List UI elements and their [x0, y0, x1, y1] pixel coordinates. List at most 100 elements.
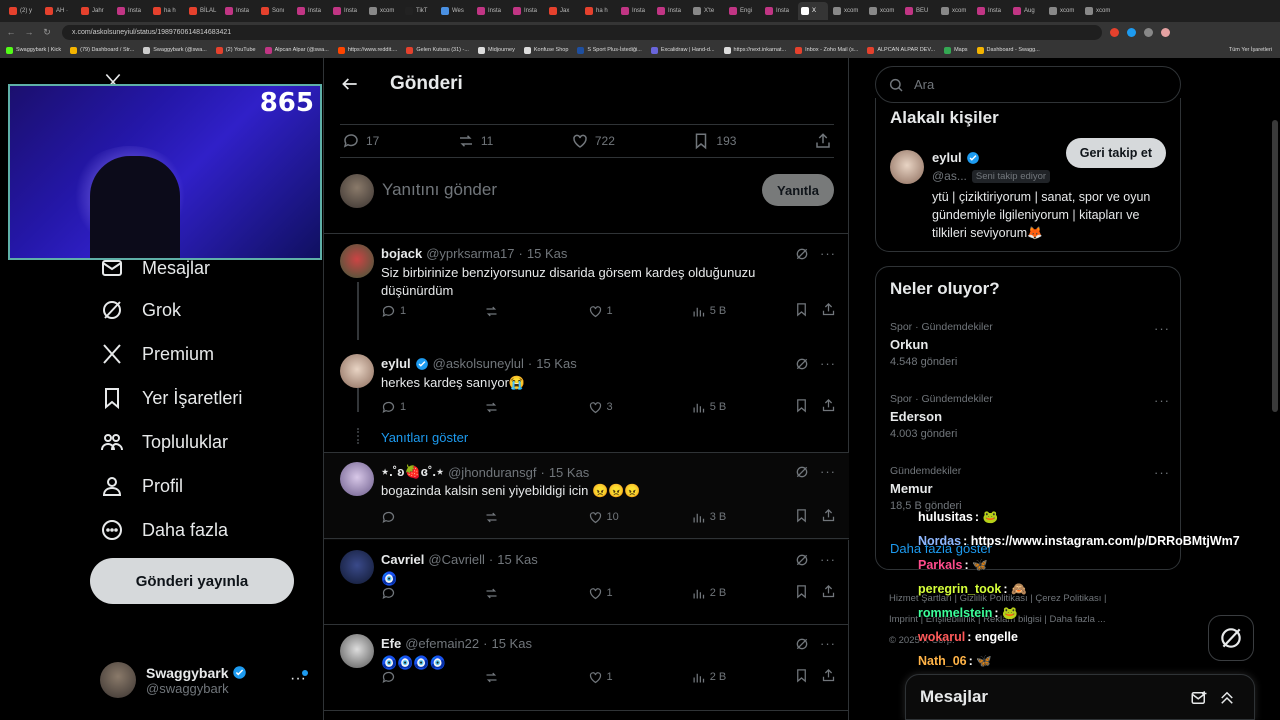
profile-icon[interactable] — [1161, 27, 1170, 37]
like-button[interactable]: 10 — [588, 508, 628, 526]
reply-tweet[interactable]: ⋆.˚ʚ🍓ɞ˚.⋆ @jhonduransgf · 15 Kas ··· bogazind… — [324, 452, 850, 540]
reply-button[interactable] — [381, 508, 421, 526]
repost-button[interactable] — [484, 584, 524, 602]
browser-tab[interactable]: Insta — [618, 2, 652, 20]
bookmark-item[interactable]: Swaggybark | Kick — [6, 46, 61, 54]
post-button[interactable]: Gönderi yayınla — [90, 558, 294, 604]
more-dots-icon[interactable]: ··· — [820, 552, 836, 568]
all-bookmarks-link[interactable]: Tüm Yer İşaretleri — [1229, 47, 1272, 53]
reply-button[interactable]: 17 — [342, 132, 379, 150]
bookmark-item[interactable]: Excalidraw | Hand-d... — [650, 46, 715, 54]
reply-button[interactable]: 1 — [381, 302, 421, 320]
like-button[interactable]: 1 — [588, 584, 628, 602]
more-dots-icon[interactable]: ··· — [820, 636, 836, 652]
tweet-author-handle[interactable]: @efemain22 — [405, 636, 479, 651]
tweet-author-handle[interactable]: @askolsuneylul — [433, 356, 524, 371]
sidebar-item-profile[interactable]: Profil — [100, 474, 183, 498]
url-input[interactable]: x.com/askolsuneyiul/status/1989760614814… — [62, 24, 1102, 40]
browser-tab[interactable]: Wes — [438, 2, 472, 20]
new-message-icon[interactable] — [1190, 689, 1208, 707]
back-icon[interactable]: ← — [4, 25, 18, 39]
browser-tab[interactable]: xcom — [830, 2, 864, 20]
bookmark-button[interactable] — [794, 302, 809, 320]
grok-icon[interactable] — [794, 636, 810, 652]
tweet-time[interactable]: 15 Kas — [491, 636, 531, 651]
tweet-author-handle[interactable]: @yprksarma17 — [426, 246, 514, 261]
browser-tab[interactable]: Sonı — [258, 2, 292, 20]
reply-input[interactable]: Yanıtını gönder — [382, 180, 497, 200]
tweet-author-name[interactable]: bojack — [381, 246, 422, 261]
more-dots-icon[interactable]: ··· — [820, 356, 836, 372]
browser-tab[interactable]: Insta — [654, 2, 688, 20]
tweet-author-handle[interactable]: @jhonduransgf — [448, 465, 536, 480]
browser-tab[interactable]: xcom — [1046, 2, 1080, 20]
extension-icon[interactable] — [1144, 27, 1153, 37]
bookmark-button[interactable] — [794, 584, 809, 602]
avatar[interactable] — [890, 150, 924, 184]
tweet-time[interactable]: 15 Kas — [527, 246, 567, 261]
browser-tab[interactable]: AH · — [42, 2, 76, 20]
browser-tab[interactable]: Insta — [974, 2, 1008, 20]
browser-tab[interactable]: X'te — [690, 2, 724, 20]
tweet-time[interactable]: 15 Kas — [549, 465, 589, 480]
like-button[interactable]: 1 — [588, 668, 628, 686]
bookmark-item[interactable]: https://next.inkarnat... — [723, 46, 786, 54]
bookmark-item[interactable]: S Sport Plus-İstediği... — [577, 46, 642, 54]
repost-button[interactable] — [484, 668, 524, 686]
browser-tab[interactable]: Insta — [330, 2, 364, 20]
browser-tab[interactable]: TikT — [402, 2, 436, 20]
forward-icon[interactable]: → — [22, 25, 36, 39]
bookmark-item[interactable]: Dashboard - Swagg... — [976, 46, 1040, 54]
browser-tab[interactable]: Insta — [222, 2, 256, 20]
tweet-author-handle[interactable]: @Cavriell — [428, 552, 485, 567]
share-button[interactable] — [821, 584, 836, 602]
repost-button[interactable] — [484, 302, 524, 320]
bookmark-item[interactable]: (79) Dashboard / Str... — [70, 46, 134, 54]
tweet-author-name[interactable]: eylul — [381, 356, 411, 371]
more-dots-icon[interactable]: ··· — [820, 246, 836, 262]
browser-tab[interactable]: (2) y — [6, 2, 40, 20]
browser-tab[interactable]: X — [798, 2, 828, 20]
scrollbar[interactable] — [1272, 120, 1278, 412]
browser-tab[interactable]: BEU — [902, 2, 936, 20]
expand-icon[interactable] — [1218, 689, 1236, 707]
tweet-author-name[interactable]: Cavriel — [381, 552, 424, 567]
bookmark-button[interactable]: 193 — [692, 132, 736, 150]
follow-back-button[interactable]: Geri takip et — [1065, 138, 1166, 168]
more-dots-icon[interactable]: ··· — [1154, 465, 1170, 480]
bookmark-item[interactable]: Gelen Kutusu (31) -... — [406, 46, 469, 54]
bookmark-button[interactable] — [794, 668, 809, 686]
avatar[interactable] — [340, 634, 374, 668]
more-dots-icon[interactable]: ··· — [1154, 393, 1170, 408]
bookmark-item[interactable]: Midjourney — [477, 46, 515, 54]
trend-item[interactable]: Spor · Gündemdekiler Orkun 4.548 gönderi… — [890, 321, 1170, 368]
sidebar-item-grok[interactable]: Grok — [100, 298, 181, 322]
tweet-author-name[interactable]: Efe — [381, 636, 401, 651]
repost-button[interactable] — [484, 398, 524, 416]
reply-button[interactable] — [381, 668, 421, 686]
reload-icon[interactable]: ↻ — [40, 25, 54, 39]
reply-tweet[interactable]: Cavriel @Cavriell · 15 Kas ··· 🧿 1 2 B — [324, 540, 850, 624]
reply-submit-button[interactable]: Yanıtla — [762, 174, 834, 206]
like-button[interactable]: 1 — [588, 302, 628, 320]
browser-tab[interactable]: xcom — [938, 2, 972, 20]
browser-tab[interactable]: xcom — [366, 2, 400, 20]
views-button[interactable]: 5 B — [691, 398, 731, 416]
sidebar-item-more[interactable]: Daha fazla — [100, 518, 228, 542]
trend-item[interactable]: Spor · Gündemdekiler Ederson 4.003 gönde… — [890, 393, 1170, 440]
bookmark-button[interactable] — [794, 508, 809, 526]
reply-tweet[interactable]: Efe @efemain22 · 15 Kas ··· 🧿🧿🧿🧿 1 2 B — [324, 624, 850, 720]
grok-icon[interactable] — [794, 464, 810, 480]
messages-drawer[interactable]: Mesajlar — [905, 674, 1255, 720]
like-button[interactable]: 722 — [571, 132, 615, 150]
share-button[interactable] — [814, 132, 832, 150]
browser-tab[interactable]: Aug — [1010, 2, 1044, 20]
bookmark-item[interactable]: https://www.reddit.... — [337, 46, 397, 54]
bookmark-item[interactable]: (2) YouTube — [215, 46, 256, 54]
account-switcher[interactable]: Swaggybark @swaggybark ··· — [100, 662, 308, 698]
browser-tab[interactable]: xcom — [866, 2, 900, 20]
bookmark-button[interactable] — [794, 398, 809, 416]
more-dots-icon[interactable]: ··· — [1154, 321, 1170, 336]
views-button[interactable]: 5 B — [691, 302, 731, 320]
browser-tab[interactable]: ha h — [150, 2, 184, 20]
